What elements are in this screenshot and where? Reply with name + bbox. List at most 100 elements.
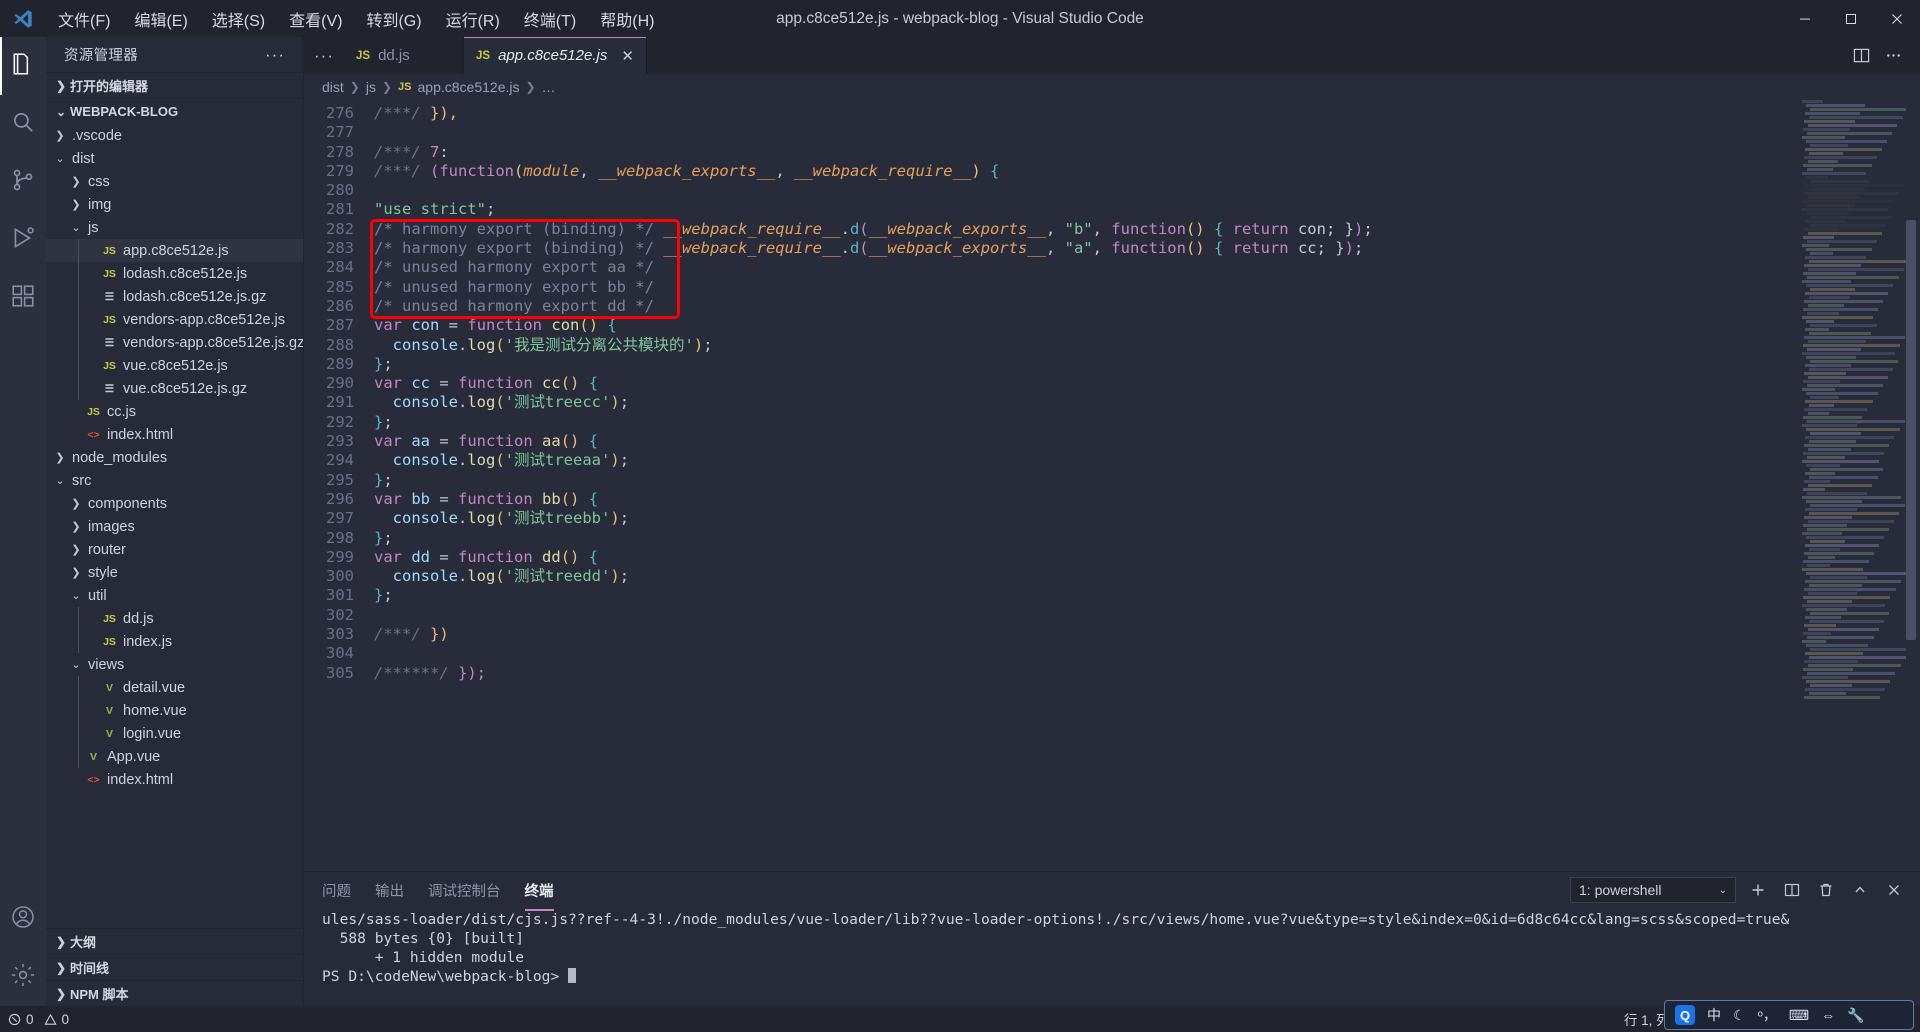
tree-item-index-html[interactable]: <> index.html bbox=[46, 423, 303, 446]
maximize-panel-icon[interactable] bbox=[1848, 878, 1872, 902]
breadcrumb[interactable]: dist ❯ js ❯ JS app.c8ce512e.js ❯… bbox=[304, 74, 1920, 100]
tab-close-icon[interactable]: ✕ bbox=[621, 47, 634, 65]
activity-explorer[interactable] bbox=[0, 37, 46, 95]
tab-more-actions-icon[interactable]: ··· bbox=[304, 37, 344, 74]
tree-item-node-modules[interactable]: ❯ node_modules bbox=[46, 446, 303, 469]
terminal-output[interactable]: ules/sass-loader/dist/cjs.js??ref--4-3!.… bbox=[304, 908, 1920, 1006]
activity-extensions[interactable] bbox=[0, 269, 46, 327]
tree-item-views[interactable]: ⌄ views bbox=[46, 653, 303, 676]
close-button[interactable] bbox=[1874, 0, 1920, 37]
minimap[interactable] bbox=[1802, 100, 1906, 871]
code-token: ; bbox=[619, 509, 630, 528]
tree-item-vue-c8ce512e-js-gz[interactable]: ☰ vue.c8ce512e.js.gz bbox=[46, 377, 303, 400]
menu-file[interactable]: 文件(F) bbox=[46, 3, 122, 35]
editor-tab-app-c8ce512e-js[interactable]: JS app.c8ce512e.js ✕ bbox=[464, 37, 647, 74]
activity-source-control[interactable] bbox=[0, 153, 46, 211]
ime-punctuation-icon[interactable]: ᵒ， bbox=[1758, 1005, 1777, 1025]
line-number: 278 bbox=[326, 142, 354, 161]
tree-item-index-js[interactable]: JS index.js bbox=[46, 630, 303, 653]
editor-more-actions-icon[interactable] bbox=[1880, 43, 1906, 69]
tree-item-index-html[interactable]: <> index.html bbox=[46, 768, 303, 791]
tree-item-app-c8ce512e-js[interactable]: JS app.c8ce512e.js bbox=[46, 239, 303, 262]
breadcrumb-item[interactable]: dist bbox=[322, 79, 344, 95]
editor-scrollbar[interactable] bbox=[1906, 100, 1918, 871]
terminal-selector[interactable]: 1: powershell ⌄ bbox=[1570, 877, 1736, 903]
tree-item-components[interactable]: ❯ components bbox=[46, 492, 303, 515]
tree-item-dist[interactable]: ⌄ dist bbox=[46, 147, 303, 170]
minimap-line bbox=[1807, 456, 1846, 459]
sidebar-section-outline[interactable]: ❯ 大纲 bbox=[46, 928, 303, 954]
tree-item-router[interactable]: ❯ router bbox=[46, 538, 303, 561]
sidebar-section-npm-scripts[interactable]: ❯ NPM 脚本 bbox=[46, 980, 303, 1006]
ime-tools-icon[interactable]: 🔧 bbox=[1847, 1007, 1864, 1024]
split-terminal-icon[interactable] bbox=[1780, 878, 1804, 902]
code-token: { bbox=[1204, 239, 1233, 258]
minimize-button[interactable] bbox=[1782, 0, 1828, 37]
tree-item-label: js bbox=[88, 219, 99, 236]
tree-item-home-vue[interactable]: Vhome.vue bbox=[46, 699, 303, 722]
tree-item--vscode[interactable]: ❯ .vscode bbox=[46, 124, 303, 147]
panel-tab-problems[interactable]: 问题 bbox=[322, 874, 351, 907]
breadcrumb-item[interactable]: js bbox=[366, 79, 376, 95]
sidebar-section-open-editors[interactable]: ❯ 打开的编辑器 bbox=[46, 72, 303, 98]
tree-item-lodash-c8ce512e-js[interactable]: JS lodash.c8ce512e.js bbox=[46, 262, 303, 285]
activity-accounts[interactable] bbox=[0, 890, 46, 948]
menu-terminal[interactable]: 终端(T) bbox=[512, 3, 588, 35]
minimap-line bbox=[1808, 520, 1895, 523]
panel-tab-debug-console[interactable]: 调试控制台 bbox=[428, 874, 501, 907]
tree-item-vue-c8ce512e-js[interactable]: JS vue.c8ce512e.js bbox=[46, 354, 303, 377]
activity-settings[interactable] bbox=[0, 948, 46, 1006]
run-debug-icon bbox=[10, 225, 36, 256]
tree-item-vendors-app-c8ce512e-js[interactable]: JS vendors-app.c8ce512e.js bbox=[46, 308, 303, 331]
editor-tab-dd-js[interactable]: JS dd.js bbox=[344, 37, 464, 74]
menu-go[interactable]: 转到(G) bbox=[354, 3, 433, 35]
breadcrumb-item[interactable]: … bbox=[542, 79, 556, 95]
tree-item-login-vue[interactable]: Vlogin.vue bbox=[46, 722, 303, 745]
status-warnings[interactable]: 0 bbox=[43, 1012, 69, 1027]
tree-item-css[interactable]: ❯ css bbox=[46, 170, 303, 193]
tree-item-vendors-app-c8ce512e-js-gz[interactable]: ☰ vendors-app.c8ce512e.js.gz bbox=[46, 331, 303, 354]
tree-item-style[interactable]: ❯ style bbox=[46, 561, 303, 584]
activity-run-debug[interactable] bbox=[0, 211, 46, 269]
split-editor-icon[interactable] bbox=[1848, 43, 1874, 69]
close-panel-icon[interactable] bbox=[1882, 878, 1906, 902]
sidebar-section-timeline[interactable]: ❯ 时间线 bbox=[46, 954, 303, 980]
tree-item-app-vue[interactable]: V App.vue bbox=[46, 745, 303, 768]
kill-terminal-icon[interactable] bbox=[1814, 878, 1838, 902]
tree-item-cc-js[interactable]: JS cc.js bbox=[46, 400, 303, 423]
ime-toolbar[interactable]: Q 中 ☾ ᵒ， ⌨ ⇔ 🔧 bbox=[1664, 1000, 1914, 1030]
tree-item-src[interactable]: ⌄ src bbox=[46, 469, 303, 492]
tree-item-js[interactable]: ⌄ js bbox=[46, 216, 303, 239]
breadcrumb-item[interactable]: app.c8ce512e.js bbox=[418, 79, 520, 95]
sidebar-section-project-root[interactable]: ⌄ WEBPACK-BLOG bbox=[46, 98, 303, 124]
menu-bar[interactable]: 文件(F) 编辑(E) 选择(S) 查看(V) 转到(G) 运行(R) 终端(T… bbox=[46, 3, 666, 35]
activity-search[interactable] bbox=[0, 95, 46, 153]
ime-keyboard-icon[interactable]: ⌨ bbox=[1789, 1007, 1809, 1024]
ime-traditional-icon[interactable]: ⇔ bbox=[1821, 1007, 1835, 1023]
tree-item-util[interactable]: ⌄ util bbox=[46, 584, 303, 607]
minimap-line bbox=[1805, 652, 1864, 655]
menu-selection[interactable]: 选择(S) bbox=[200, 3, 277, 35]
code-editor[interactable]: 276 277 278 279 280 281 282 283 284 285 286 287 288 2… bbox=[304, 100, 1920, 871]
tree-item-img[interactable]: ❯ img bbox=[46, 193, 303, 216]
tree-item-detail-vue[interactable]: Vdetail.vue bbox=[46, 676, 303, 699]
code-content[interactable]: /***/ }), /***/ 7:/***/ (function(module… bbox=[366, 100, 1920, 871]
menu-run[interactable]: 运行(R) bbox=[434, 3, 512, 35]
maximize-button[interactable] bbox=[1828, 0, 1874, 37]
panel-tab-output[interactable]: 输出 bbox=[375, 874, 404, 907]
panel-tab-terminal[interactable]: 终端 bbox=[524, 874, 554, 911]
menu-help[interactable]: 帮助(H) bbox=[588, 3, 666, 35]
status-errors[interactable]: 0 bbox=[8, 1012, 34, 1027]
menu-edit[interactable]: 编辑(E) bbox=[122, 3, 199, 35]
menu-view[interactable]: 查看(V) bbox=[277, 3, 354, 35]
tree-item-images[interactable]: ❯ images bbox=[46, 515, 303, 538]
file-tree[interactable]: ❯ .vscode ⌄ dist ❯ css ❯ img ⌄ js JS app.c8ce512e.j… bbox=[46, 124, 303, 928]
ime-moon-icon[interactable]: ☾ bbox=[1733, 1007, 1746, 1024]
ime-logo-icon[interactable]: Q bbox=[1675, 1005, 1695, 1025]
new-terminal-icon[interactable] bbox=[1746, 878, 1770, 902]
tree-item-lodash-c8ce512e-js-gz[interactable]: ☰ lodash.c8ce512e.js.gz bbox=[46, 285, 303, 308]
scrollbar-thumb[interactable] bbox=[1906, 220, 1916, 640]
sidebar-more-actions-icon[interactable]: ··· bbox=[265, 45, 285, 65]
tree-item-dd-js[interactable]: JS dd.js bbox=[46, 607, 303, 630]
ime-language-toggle[interactable]: 中 bbox=[1707, 1005, 1721, 1025]
